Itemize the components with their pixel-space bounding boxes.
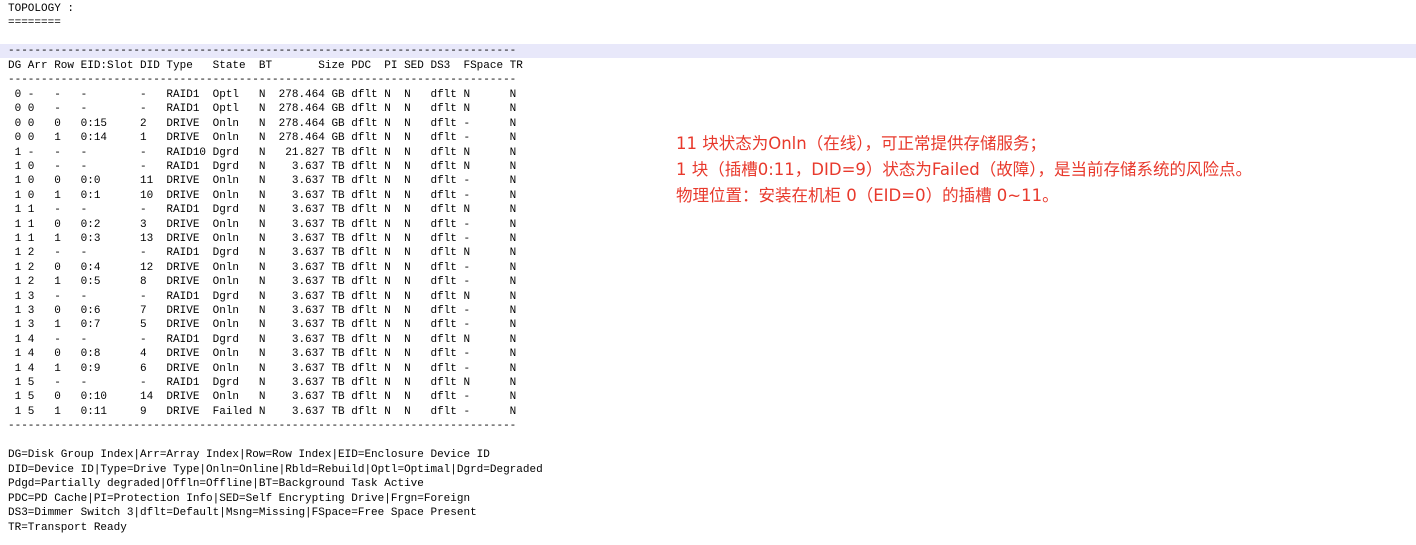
annotation-notes: 11 块状态为Onln（在线），可正常提供存储服务； 1 块（插槽0:11，DI…	[676, 131, 1396, 209]
table-row: 1 2 1 0:5 8 DRIVE Onln N 3.637 TB dflt N…	[8, 276, 517, 289]
table-row: 1 4 0 0:8 4 DRIVE Onln N 3.637 TB dflt N…	[8, 348, 517, 361]
annotation-failed-drive: 1 块（插槽0:11，DID=9）状态为Failed（故障），是当前存储系统的风…	[676, 160, 1253, 179]
table-separator-bottom: ----------------------------------------…	[8, 420, 517, 432]
table-row: 0 - - - - RAID1 Optl N 278.464 GB dflt N…	[8, 89, 517, 101]
table-header-row: DG Arr Row EID:Slot DID Type State BT Si…	[8, 60, 523, 72]
table-row: 1 3 1 0:7 5 DRIVE Onln N 3.637 TB dflt N…	[8, 319, 517, 332]
table-row: 1 1 0 0:2 3 DRIVE Onln N 3.637 TB dflt N…	[8, 218, 517, 231]
legend-line: PDC=PD Cache|PI=Protection Info|SED=Self…	[8, 492, 471, 505]
legend-line: TR=Transport Ready	[8, 522, 127, 534]
annotation-physical-location: 物理位置：安装在机柜 0（EID=0）的插槽 0~11。	[676, 186, 1059, 205]
table-row: 1 4 - - - RAID1 Dgrd N 3.637 TB dflt N N…	[8, 333, 517, 346]
topology-heading-underline: ========	[8, 17, 61, 29]
legend-line: DID=Device ID|Type=Drive Type|Onln=Onlin…	[8, 463, 543, 476]
annotation-online-drives: 11 块状态为Onln（在线），可正常提供存储服务；	[676, 134, 1046, 153]
table-row: 1 3 0 0:6 7 DRIVE Onln N 3.637 TB dflt N…	[8, 305, 517, 317]
text-file-viewer: TOPOLOGY : ======== --------------------…	[0, 0, 1416, 545]
legend-line: DG=Disk Group Index|Arr=Array Index|Row=…	[8, 449, 490, 461]
table-row: 1 3 - - - RAID1 Dgrd N 3.637 TB dflt N N…	[8, 290, 517, 303]
table-row: 0 0 0 0:15 2 DRIVE Onln N 278.464 GB dfl…	[8, 117, 517, 130]
table-row: 1 5 - - - RAID1 Dgrd N 3.637 TB dflt N N…	[8, 377, 517, 389]
legend-line: DS3=Dimmer Switch 3|dflt=Default|Msng=Mi…	[8, 507, 477, 520]
table-row: 0 0 - - - RAID1 Optl N 278.464 GB dflt N…	[8, 103, 517, 116]
table-separator-top: ----------------------------------------…	[0, 44, 1416, 59]
table-row: 1 5 1 0:11 9 DRIVE Failed N 3.637 TB dfl…	[8, 405, 517, 418]
table-row: 1 2 - - - RAID1 Dgrd N 3.637 TB dflt N N…	[8, 247, 517, 260]
topology-heading: TOPOLOGY :	[8, 3, 75, 15]
table-row: 1 1 1 0:3 13 DRIVE Onln N 3.637 TB dflt …	[8, 233, 517, 245]
table-row: 1 5 0 0:10 14 DRIVE Onln N 3.637 TB dflt…	[8, 391, 517, 404]
table-separator-header: ----------------------------------------…	[8, 74, 517, 86]
table-row: 1 2 0 0:4 12 DRIVE Onln N 3.637 TB dflt …	[8, 261, 517, 274]
legend-line: Pdgd=Partially degraded|Offln=Offline|BT…	[8, 478, 424, 491]
table-row: 1 4 1 0:9 6 DRIVE Onln N 3.637 TB dflt N…	[8, 362, 517, 375]
